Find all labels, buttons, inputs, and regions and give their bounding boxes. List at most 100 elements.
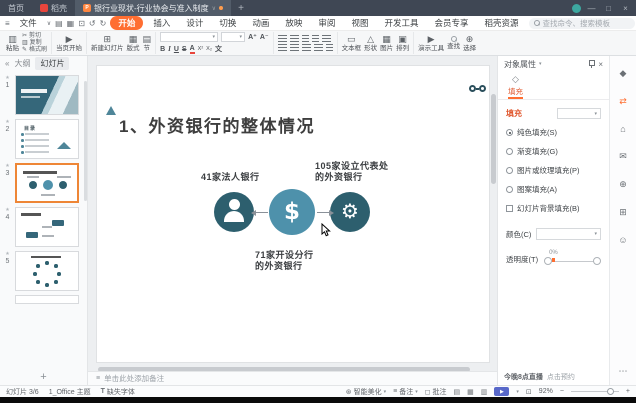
home-tab[interactable]: 首页 [0, 0, 32, 16]
ribbon-tab-view[interactable]: 视图 [345, 16, 374, 30]
section-button[interactable]: ▤ 节 [143, 35, 152, 52]
label-legal-banks[interactable]: 41家法人银行 [201, 172, 260, 183]
promo-banner[interactable]: 今晚8点直播 点击预约 [497, 368, 609, 385]
option-gradient-fill[interactable]: 渐变填充(G) [506, 146, 601, 157]
ribbon-tab-transition[interactable]: 切换 [213, 16, 242, 30]
justify-icon[interactable] [314, 44, 323, 51]
subscript-button[interactable]: X₂ [206, 46, 212, 52]
play-from-current-button[interactable]: ▶ 当页开始 [56, 35, 82, 52]
ribbon-tab-devtools[interactable]: 开发工具 [378, 16, 424, 30]
selection-pane-icon[interactable]: ⊕ [619, 179, 627, 190]
format-painter-button[interactable]: ✎格式刷 [22, 47, 47, 53]
slide-1-thumbnail[interactable] [15, 75, 79, 115]
close-button[interactable]: × [619, 4, 632, 13]
ribbon-tab-animation[interactable]: 动画 [246, 16, 275, 30]
promo-action[interactable]: 点击预约 [547, 372, 575, 382]
select-button[interactable]: ⊕ 选择 [463, 35, 476, 52]
message-icon[interactable]: ✉ [619, 151, 627, 162]
slide-thumb-4[interactable]: ★ 4 [0, 205, 87, 249]
numbered-list-icon[interactable] [290, 35, 299, 42]
editing-canvas[interactable]: 1、外资银行的整体情况 41家法人银行 105家设立代表处 的外资银行 71家开… [88, 56, 497, 385]
zoom-percentage[interactable]: 92% [539, 388, 553, 395]
hamburger-icon[interactable]: ≡ [5, 19, 10, 28]
add-slide-button[interactable]: + [0, 370, 87, 385]
picture-button[interactable]: ▦ 图片 [380, 35, 393, 52]
zoom-slider-thumb[interactable] [607, 388, 614, 395]
print-icon[interactable]: ▦ [67, 19, 75, 28]
docer-tab[interactable]: 稻壳 [32, 0, 75, 16]
notes-bar[interactable]: ≡ 单击此处添加备注 [88, 371, 497, 385]
new-slide-button[interactable]: ⊞ 新建幻灯片 [91, 35, 124, 52]
line-spacing-icon[interactable] [322, 35, 331, 42]
chevron-down-icon[interactable]: ▾ [539, 61, 542, 67]
shapes-button[interactable]: △ 形状 [364, 35, 377, 52]
bold-button[interactable]: B [160, 46, 165, 53]
undo-icon[interactable]: ↺ [89, 19, 96, 28]
tab-outline[interactable]: 大纲 [14, 58, 30, 69]
underline-button[interactable]: U [174, 46, 179, 53]
font-size-combo[interactable]: ▾ [221, 32, 245, 42]
chevron-down-icon[interactable]: ▾ [516, 389, 519, 395]
more-panels-icon[interactable]: ⋯ [619, 366, 628, 377]
vertical-scrollbar[interactable] [491, 94, 496, 184]
text-direction-icon[interactable] [326, 44, 333, 51]
slide-5-thumbnail[interactable] [15, 251, 79, 291]
font-family-combo[interactable]: ▾ [160, 32, 218, 42]
notes-toggle-button[interactable]: ≡ 备注 ▾ [393, 387, 418, 397]
slide-thumb-5[interactable]: ★ 5 [0, 249, 87, 293]
object-properties-icon[interactable]: ⇄ [619, 96, 627, 107]
dollar-circle[interactable]: $ [269, 189, 315, 235]
document-tab[interactable]: P 银行业现状-行业协会与准入制度 ∨ [75, 0, 231, 16]
option-solid-fill[interactable]: 纯色填充(S) [506, 127, 601, 138]
cut-button[interactable]: ✂剪切 [22, 33, 47, 39]
fit-to-window-icon[interactable]: ⊡ [526, 388, 532, 396]
file-menu[interactable]: 文件 [14, 16, 43, 30]
slide-3-thumbnail[interactable] [15, 163, 79, 203]
increase-font-button[interactable]: A⁺ [248, 33, 257, 41]
fill-preset-combo[interactable]: ▾ [557, 108, 601, 119]
slider-thumb[interactable] [544, 257, 552, 265]
missing-font-indicator[interactable]: T 缺失字体 [101, 387, 135, 397]
tab-slides[interactable]: 幻灯片 [35, 57, 69, 70]
zoom-slider[interactable] [571, 387, 619, 396]
slideshow-play-button[interactable]: ▶ [494, 387, 509, 396]
new-tab-button[interactable]: + [231, 3, 251, 14]
search-input[interactable] [543, 19, 631, 28]
current-slide[interactable]: 1、外资银行的整体情况 41家法人银行 105家设立代表处 的外资银行 71家开… [96, 65, 490, 363]
slide-thumb-6-partial[interactable] [0, 293, 87, 306]
apps-icon[interactable]: ⊞ [619, 207, 627, 218]
zoom-in-button[interactable]: + [626, 388, 630, 395]
panel-scrollbar[interactable] [84, 81, 87, 201]
reading-view-icon[interactable]: ▥ [481, 388, 488, 396]
character-tool-button[interactable]: 文 [215, 44, 222, 54]
decrease-font-button[interactable]: A⁻ [260, 33, 269, 41]
align-right-icon[interactable] [302, 44, 311, 51]
ribbon-tab-insert[interactable]: 插入 [147, 16, 176, 30]
chevron-down-icon[interactable]: ∨ [212, 5, 216, 12]
paste-button[interactable]: ▥ 粘贴 [6, 35, 19, 52]
layout-button[interactable]: ▦ 版式 [127, 35, 140, 52]
option-picture-fill[interactable]: 图片或纹理填充(P) [506, 165, 601, 176]
copy-button[interactable]: ▥复制 [22, 40, 47, 46]
comments-toggle-button[interactable]: ◻ 批注 [425, 387, 447, 397]
slide-thumb-1[interactable]: ★ 1 [0, 73, 87, 117]
option-pattern-fill[interactable]: 图案填充(A) [506, 184, 601, 195]
ribbon-tab-design[interactable]: 设计 [180, 16, 209, 30]
increase-indent-icon[interactable] [312, 35, 319, 42]
normal-view-icon[interactable]: ▤ [454, 388, 461, 396]
slide-thumb-3-selected[interactable]: ★ 3 [0, 161, 87, 205]
home-panel-icon[interactable]: ⌂ [620, 124, 625, 134]
maximize-button[interactable]: □ [602, 4, 615, 13]
label-branch-banks[interactable]: 71家开设分行 的外资银行 [255, 250, 314, 272]
command-search[interactable] [529, 18, 635, 29]
ribbon-tab-home[interactable]: 开始 [110, 16, 143, 30]
fill-tab[interactable]: ◇ 填充 [508, 72, 523, 99]
color-dropdown[interactable]: ▾ [536, 228, 601, 240]
docer-resources-icon[interactable]: ◆ [620, 68, 627, 79]
ribbon-tab-member[interactable]: 会员专享 [428, 16, 474, 30]
slide-6-thumbnail[interactable] [15, 295, 79, 304]
user-avatar[interactable] [572, 4, 581, 13]
slide-thumb-2[interactable]: ★ 2 目录 [0, 117, 87, 161]
ribbon-tab-docer[interactable]: 稻壳资源 [478, 16, 524, 30]
preview-icon[interactable]: ⊡ [78, 19, 85, 28]
